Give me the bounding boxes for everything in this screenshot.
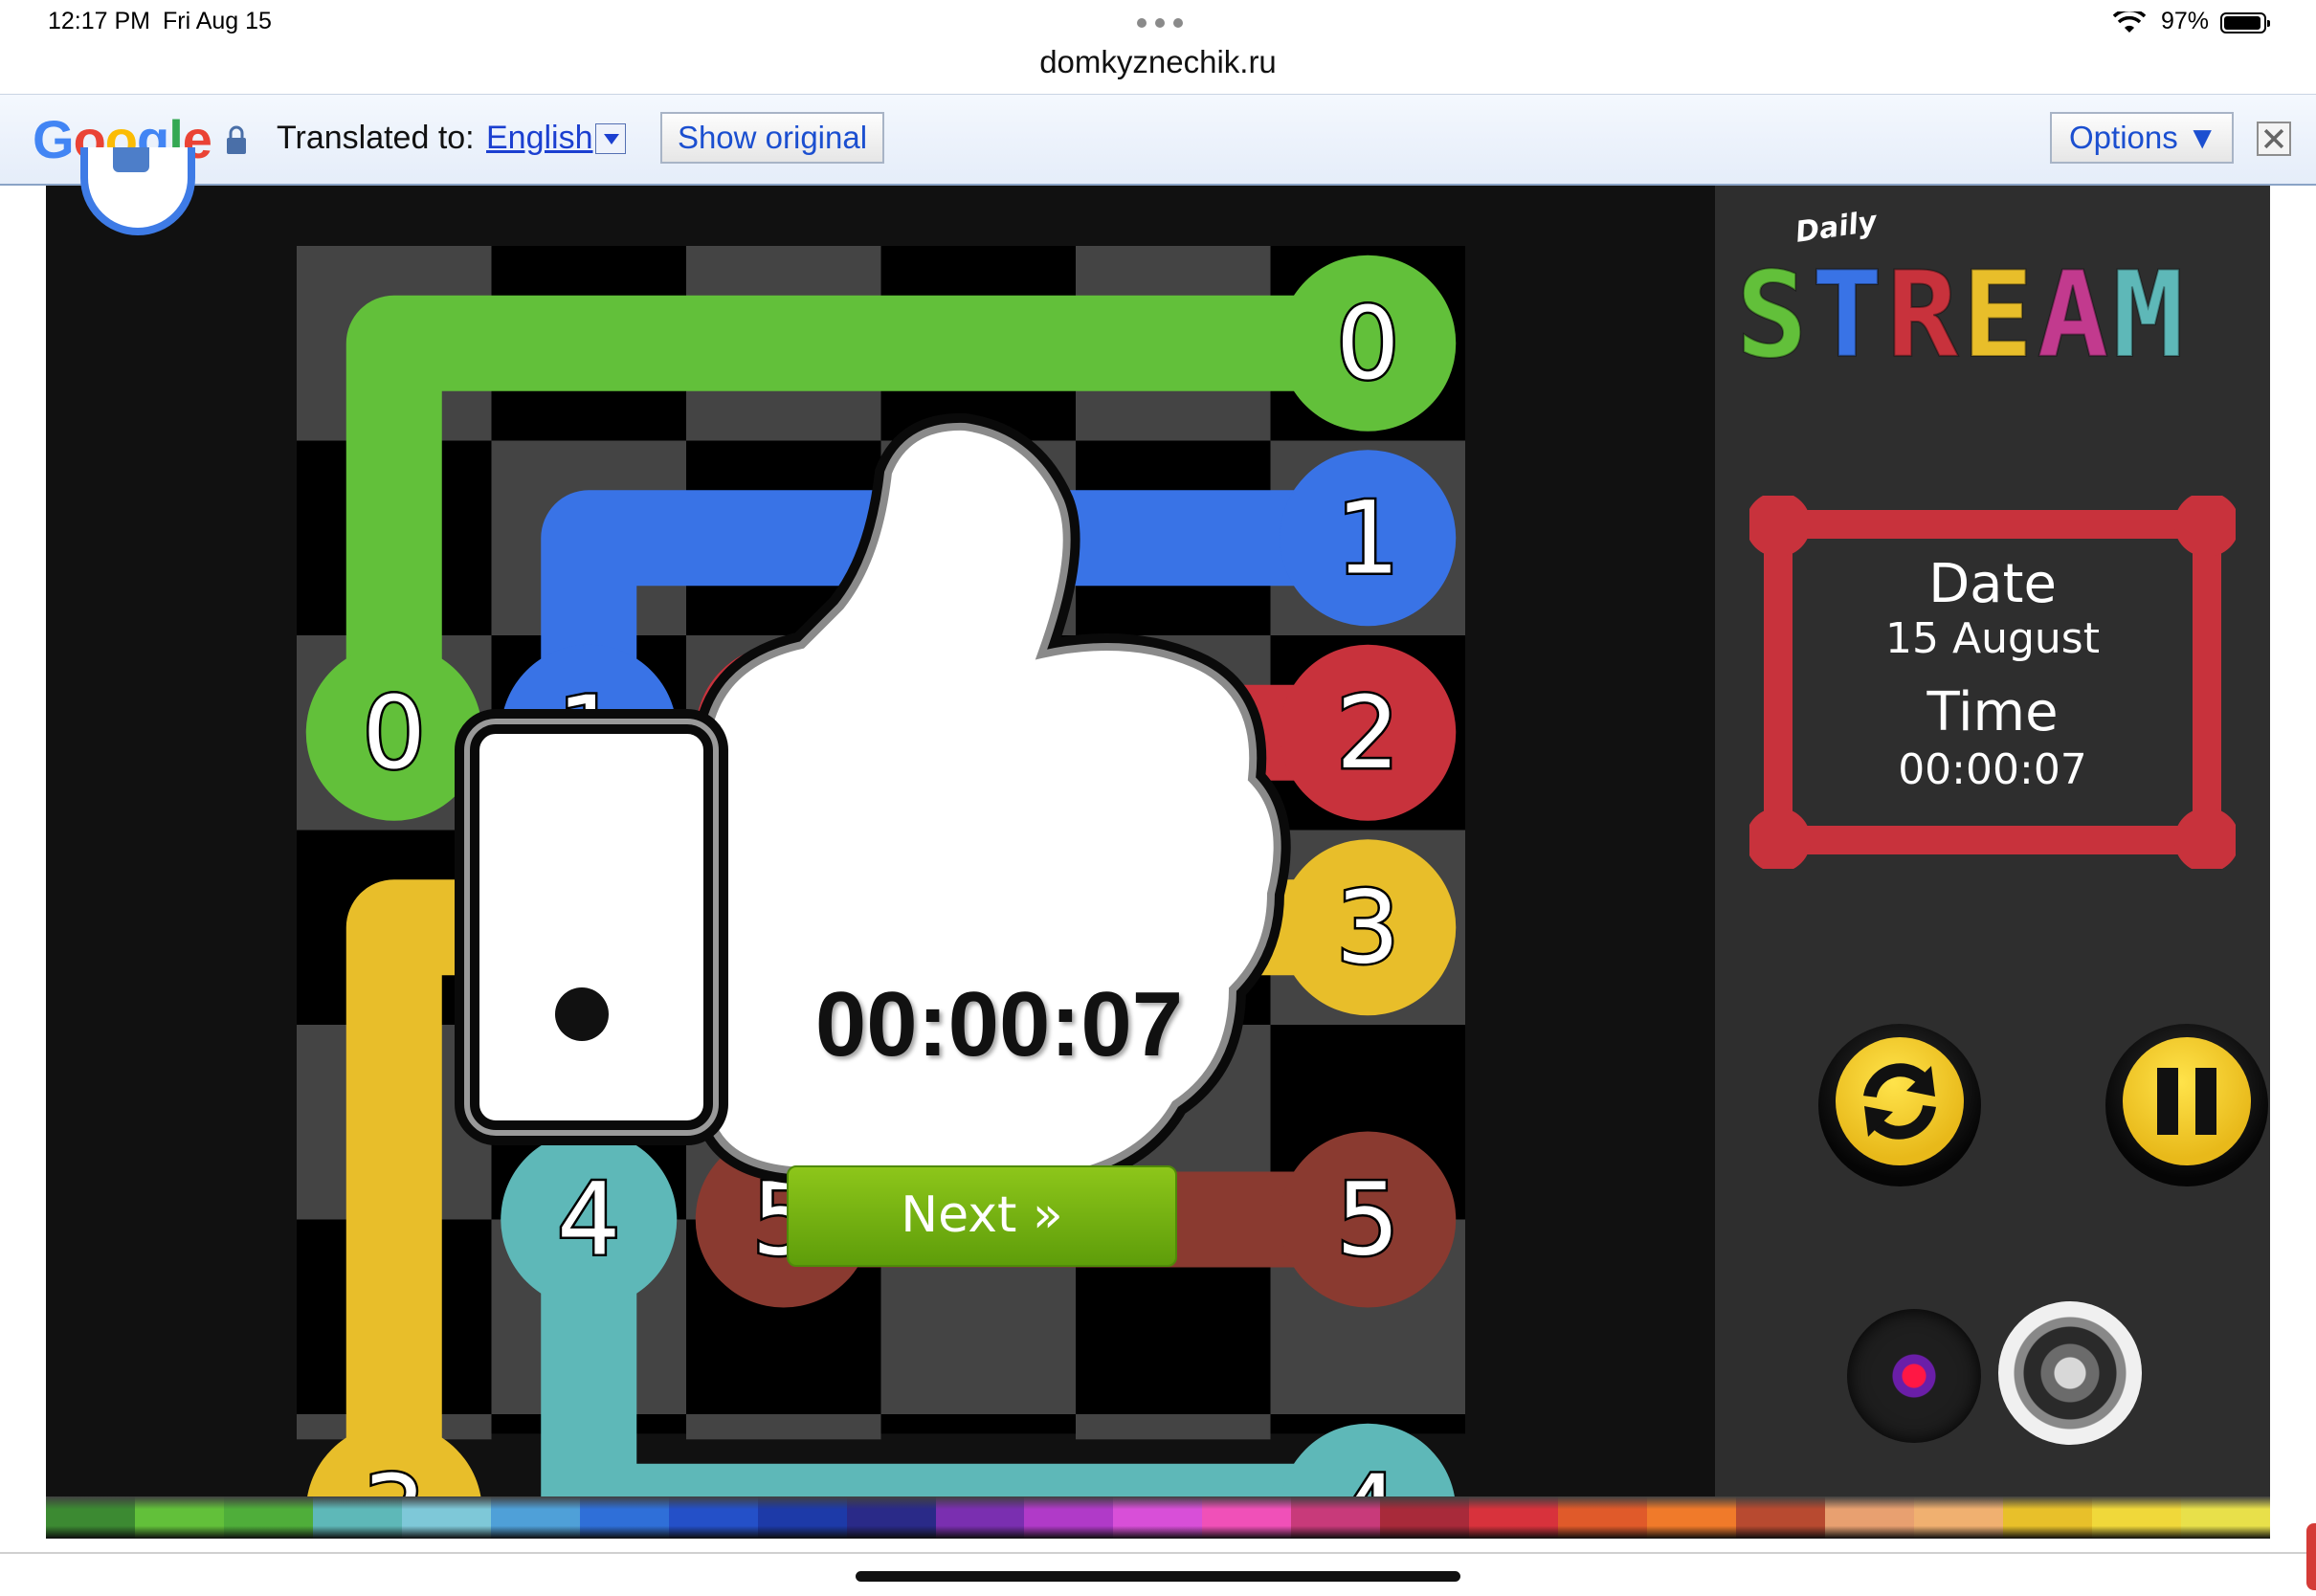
pencil	[1736, 1496, 1826, 1539]
pencil	[1647, 1496, 1737, 1539]
pencil-strip	[46, 1496, 2270, 1539]
status-bar: 12:17 PM Fri Aug 15 97%	[0, 0, 2316, 44]
pencil	[401, 1496, 491, 1539]
options-button[interactable]: Options ▼	[2050, 112, 2234, 164]
pause-icon	[2157, 1068, 2216, 1135]
board-cell[interactable]	[1076, 1414, 1271, 1440]
logo-letter: S	[1735, 246, 1812, 386]
endpoint-label: 3	[363, 1453, 426, 1496]
home-indicator[interactable]	[856, 1571, 1460, 1582]
status-time: 12:17 PM	[48, 8, 151, 34]
pencil	[490, 1496, 580, 1539]
battery-percent: 97%	[2160, 8, 2209, 34]
battery-icon	[2220, 12, 2270, 33]
status-date: Fri Aug 15	[163, 8, 272, 34]
endpoint-label: 1	[1336, 479, 1399, 596]
pencil	[1380, 1496, 1470, 1539]
language-link[interactable]: English	[486, 120, 593, 157]
pencil	[579, 1496, 669, 1539]
pencil	[1914, 1496, 2003, 1539]
pencil	[223, 1496, 313, 1539]
logo-letter: R	[1885, 246, 1962, 386]
speaker-icon[interactable]	[1998, 1301, 2142, 1445]
pencil	[757, 1496, 847, 1539]
stream-logo: STREAM	[1735, 246, 2188, 386]
wifi-icon	[2113, 11, 2146, 33]
endpoint-label: 2	[1336, 675, 1399, 791]
endpoint-label: 4	[1336, 1453, 1399, 1496]
time-label: Time	[1926, 681, 2059, 743]
google-translate-bar: Google Translated to: English Show origi…	[0, 94, 2316, 186]
pause-button[interactable]	[2105, 1024, 2268, 1186]
pencil	[2002, 1496, 2092, 1539]
pencil	[1469, 1496, 1559, 1539]
pencil	[46, 1496, 135, 1539]
refresh-icon	[1863, 1063, 1936, 1140]
endpoint-label: 4	[557, 1162, 620, 1278]
pencil	[1825, 1496, 1915, 1539]
pencil	[1291, 1496, 1381, 1539]
lock-icon	[227, 125, 246, 154]
board-cell[interactable]	[686, 1414, 881, 1440]
next-button[interactable]: Next »	[787, 1165, 1177, 1267]
multitasking-dots-icon[interactable]	[1137, 18, 1183, 28]
bottom-divider	[0, 1552, 2316, 1554]
pencil	[2091, 1496, 2181, 1539]
game-board[interactable]: 001122335544	[46, 186, 1715, 1496]
record-button[interactable]	[1847, 1309, 1981, 1443]
side-panel: Daily STREAM Date 15 August Time 00:00:0…	[1715, 186, 2270, 1496]
pencil	[1113, 1496, 1203, 1539]
translated-to-label: Translated to:	[277, 120, 475, 156]
endpoint-label: 0	[1336, 285, 1399, 402]
game-area: 001122335544 Daily STREAM Date 15 August…	[46, 147, 2270, 1539]
edge-tab[interactable]	[2306, 1523, 2316, 1590]
logo-letter: T	[1811, 246, 1887, 386]
endpoint-label: 5	[1336, 1162, 1399, 1278]
date-label: Date	[1928, 553, 2057, 615]
endpoint-label: 0	[363, 675, 426, 791]
pencil	[2180, 1496, 2270, 1539]
logo-daily: Daily	[1793, 205, 1880, 250]
pencil	[1024, 1496, 1114, 1539]
pencil	[1558, 1496, 1648, 1539]
language-dropdown-icon[interactable]	[595, 123, 626, 154]
pencil	[846, 1496, 936, 1539]
logo-letter: A	[2037, 246, 2113, 386]
pencil	[134, 1496, 224, 1539]
result-timer: 00:00:07	[814, 973, 1184, 1075]
logo-letter: M	[2111, 246, 2188, 386]
logo-letter: E	[1961, 246, 2038, 386]
close-icon[interactable]	[2257, 122, 2291, 156]
url-address[interactable]: domkyznechik.ru	[0, 44, 2316, 80]
time-value: 00:00:07	[1898, 745, 2087, 794]
pencil	[668, 1496, 758, 1539]
date-value: 15 August	[1885, 614, 2100, 663]
restart-button[interactable]	[1818, 1024, 1981, 1186]
show-original-button[interactable]: Show original	[660, 112, 884, 164]
pencil	[1202, 1496, 1292, 1539]
pencil	[312, 1496, 402, 1539]
pencil	[935, 1496, 1025, 1539]
endpoint-label: 3	[1336, 869, 1399, 986]
